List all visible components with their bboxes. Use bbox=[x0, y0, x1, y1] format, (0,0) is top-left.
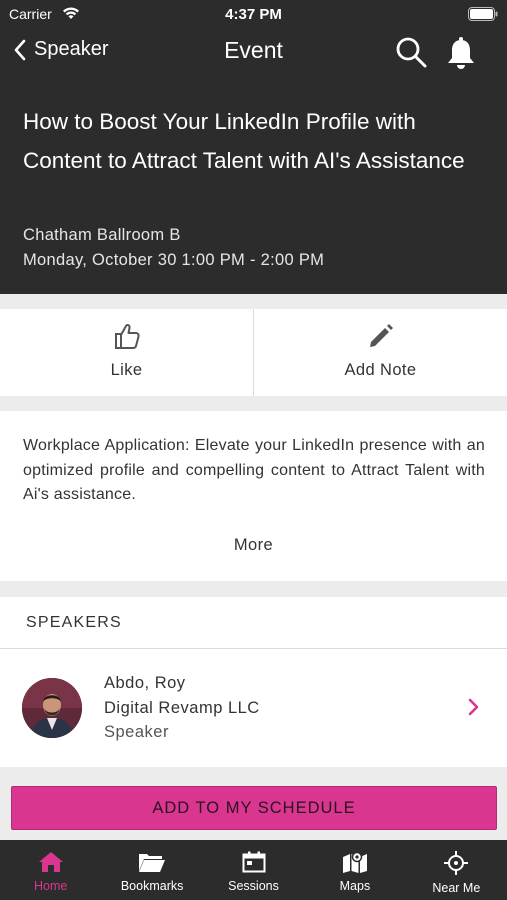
chevron-right-icon bbox=[468, 698, 479, 716]
event-room: Chatham Ballroom B bbox=[23, 226, 181, 244]
speakers-section: SPEAKERS Abdo, Roy Digital Revamp LLC Sp… bbox=[0, 597, 507, 767]
speaker-company: Digital Revamp LLC bbox=[104, 699, 260, 717]
like-button[interactable]: Like bbox=[0, 309, 253, 396]
thumbs-up-icon bbox=[114, 323, 140, 349]
search-icon[interactable] bbox=[395, 36, 427, 68]
tab-maps[interactable]: Maps bbox=[304, 840, 405, 900]
event-title: How to Boost Your LinkedIn Profile with … bbox=[23, 109, 465, 173]
tab-home[interactable]: Home bbox=[0, 840, 101, 900]
tab-near-me[interactable]: Near Me bbox=[406, 840, 507, 900]
chevron-left-icon bbox=[14, 39, 26, 60]
pencil-icon bbox=[369, 324, 393, 347]
tab-bookmarks-label: Bookmarks bbox=[120, 879, 184, 893]
add-note-button[interactable]: Add Note bbox=[253, 309, 507, 396]
nav-bar: Speaker Event bbox=[0, 28, 507, 76]
tab-maps-label: Maps bbox=[339, 879, 371, 893]
action-bar: Like Add Note bbox=[0, 309, 507, 396]
event-time: Monday, October 30 1:00 PM - 2:00 PM bbox=[23, 251, 325, 269]
event-header: Carrier 4:37 PM Speaker Event How to Boo… bbox=[0, 0, 507, 294]
battery-icon bbox=[468, 7, 498, 21]
bell-icon[interactable] bbox=[446, 36, 476, 70]
map-icon bbox=[342, 851, 367, 873]
description-card: Workplace Application: Elevate your Link… bbox=[0, 411, 507, 581]
back-button[interactable]: Speaker bbox=[14, 38, 109, 61]
home-icon bbox=[38, 852, 63, 872]
tab-sessions[interactable]: Sessions bbox=[203, 840, 304, 900]
tab-near-me-label: Near Me bbox=[432, 881, 481, 895]
back-label: Speaker bbox=[34, 38, 109, 60]
speaker-name: Abdo, Roy bbox=[104, 674, 186, 692]
add-to-schedule-button[interactable]: ADD TO MY SCHEDULE bbox=[11, 786, 497, 830]
tab-home-label: Home bbox=[34, 879, 68, 893]
crosshair-icon bbox=[444, 851, 469, 875]
calendar-icon bbox=[242, 851, 266, 873]
status-time: 4:37 PM bbox=[225, 6, 282, 23]
avatar bbox=[22, 678, 82, 738]
speaker-role: Speaker bbox=[104, 723, 169, 741]
like-label: Like bbox=[110, 361, 143, 379]
folder-icon bbox=[139, 854, 166, 872]
more-button[interactable]: More bbox=[0, 536, 507, 555]
speakers-header: SPEAKERS bbox=[0, 597, 507, 649]
tab-sessions-label: Sessions bbox=[228, 879, 279, 893]
tab-bar: Home Bookmarks Sessions Maps Near Me bbox=[0, 840, 507, 900]
tab-bookmarks[interactable]: Bookmarks bbox=[101, 840, 202, 900]
status-bar: Carrier 4:37 PM bbox=[0, 0, 507, 28]
speaker-row[interactable]: Abdo, Roy Digital Revamp LLC Speaker bbox=[0, 649, 507, 767]
description-text: Workplace Application: Elevate your Link… bbox=[23, 437, 485, 503]
speakers-heading: SPEAKERS bbox=[26, 614, 122, 631]
add-note-label: Add Note bbox=[344, 361, 417, 379]
